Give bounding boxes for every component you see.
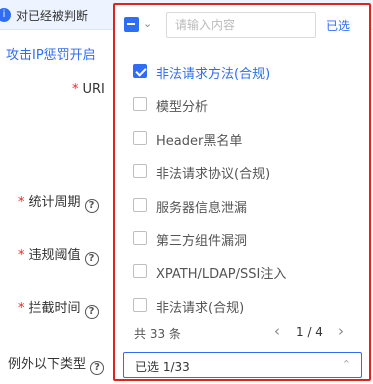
help-icon[interactable]: ? [84, 199, 99, 213]
page-indicator: 1 / 4 [296, 325, 323, 339]
option-label: 模型分析 [156, 100, 209, 116]
notice-text: 对已经被判断 [16, 9, 89, 23]
option-label: 第三方组件漏洞 [156, 233, 248, 249]
option-label: Header黑名单 [156, 133, 243, 149]
section-title: 攻击IP惩罚开启 [6, 48, 96, 63]
threshold-label: * 违规阈值? [18, 244, 99, 266]
chevron-up-icon: ⌃ [341, 358, 351, 371]
dropdown-header: ⌄ 已选 [115, 5, 369, 45]
option-item[interactable]: 非法请求协议(合规) [115, 155, 369, 188]
option-label: 非法请求协议(合规) [156, 167, 271, 183]
help-icon[interactable]: ? [84, 305, 99, 319]
dropdown-footer: 共 33 条 ‹ 1 / 4 › [115, 321, 369, 349]
option-item[interactable]: 非法请求方法(合规) [115, 55, 369, 89]
chevron-right-icon[interactable]: › [338, 322, 344, 340]
selected-filter-link[interactable]: 已选 [326, 17, 350, 34]
option-label: 非法请求(合规) [156, 300, 245, 316]
required-marker: * [18, 248, 25, 263]
option-checkbox[interactable] [133, 97, 147, 112]
option-checkbox[interactable] [133, 130, 147, 145]
option-list: 非法请求方法(合规) 模型分析 Header黑名单非法请求协议(合规) 服务器信息泄漏… [115, 55, 369, 322]
total-count: 共 33 条 [134, 327, 181, 341]
info-icon: i [0, 8, 11, 22]
option-item[interactable]: 非法请求(合规) [115, 289, 369, 322]
required-marker: * [18, 301, 25, 316]
chevron-down-icon[interactable]: ⌄ [143, 17, 152, 30]
required-marker: * [72, 82, 79, 97]
exception-type-select[interactable]: 已选 1/33 ⌃ [123, 352, 362, 378]
help-icon[interactable]: ? [84, 252, 99, 266]
exception-label: 例外以下类型? [8, 353, 105, 375]
option-label: XPATH/LDAP/SSI注入 [156, 267, 287, 283]
chevron-left-icon[interactable]: ‹ [274, 322, 280, 340]
select-all-checkbox[interactable] [124, 17, 139, 32]
option-label: 非法请求方法(合规) [156, 67, 271, 82]
period-label: * 统计周期? [18, 191, 99, 213]
option-checkbox[interactable] [133, 297, 147, 312]
option-checkbox[interactable] [133, 197, 147, 212]
option-checkbox[interactable] [133, 64, 147, 78]
option-checkbox[interactable] [133, 164, 147, 179]
block-time-label: * 拦截时间? [18, 297, 99, 319]
option-item[interactable]: 第三方组件漏洞 [115, 222, 369, 255]
option-label: 服务器信息泄漏 [156, 200, 248, 216]
uri-label: * URI [72, 82, 105, 97]
search-input[interactable] [166, 12, 316, 38]
help-icon[interactable]: ? [90, 361, 105, 375]
option-item[interactable]: XPATH/LDAP/SSI注入 [115, 255, 369, 288]
option-checkbox[interactable] [133, 264, 147, 279]
option-item[interactable]: Header黑名单 [115, 122, 369, 155]
exception-type-dropdown: ⌄ 已选 非法请求方法(合规) 模型分析 Header黑名单非法请求协议(合规) 服务… [113, 3, 371, 381]
option-checkbox[interactable] [133, 230, 147, 245]
option-item[interactable]: 模型分析 [115, 88, 369, 121]
required-marker: * [18, 195, 25, 210]
option-item[interactable]: 服务器信息泄漏 [115, 189, 369, 222]
selected-value: 已选 1/33 [135, 360, 190, 374]
